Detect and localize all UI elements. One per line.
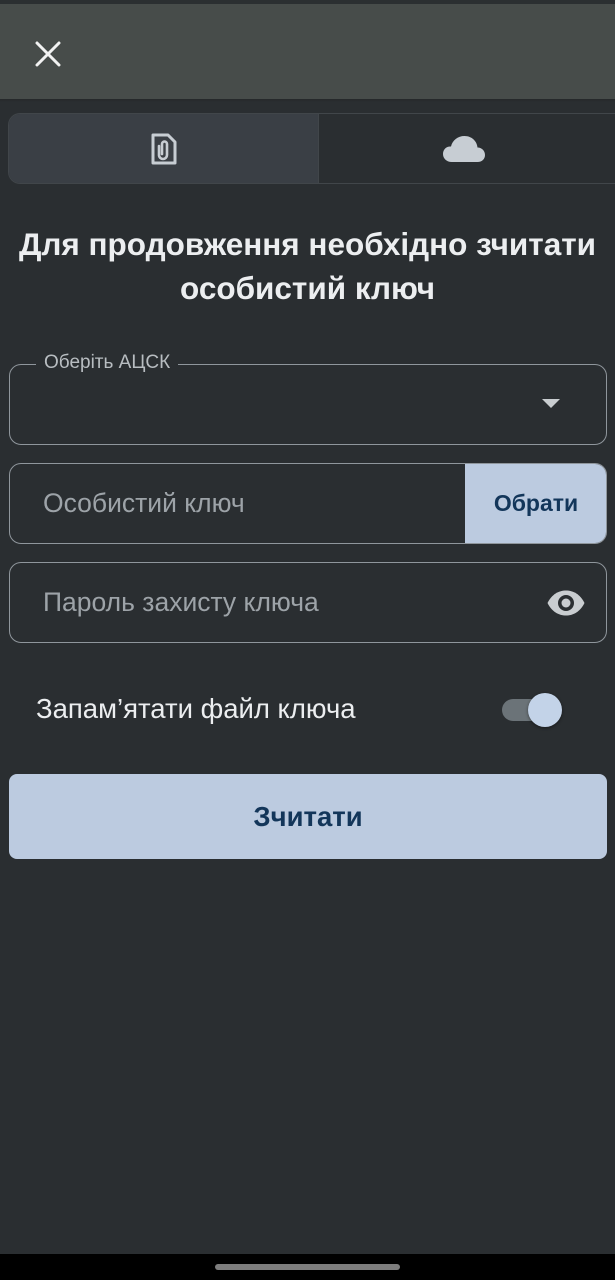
- cloud-icon: [442, 135, 485, 162]
- read-key-button[interactable]: Зчитати: [9, 774, 607, 859]
- choose-file-button[interactable]: Обрати: [465, 464, 606, 543]
- app-bar: [0, 4, 615, 99]
- ca-select-label: Оберіть АЦСК: [36, 351, 179, 375]
- close-button[interactable]: [26, 32, 70, 76]
- app-bar-shadow: [0, 99, 615, 102]
- private-key-placeholder: Особистий ключ: [43, 488, 245, 518]
- system-navigation-bar: [0, 1254, 615, 1280]
- remember-key-toggle[interactable]: [500, 693, 564, 727]
- home-gesture-handle[interactable]: [215, 1264, 400, 1270]
- password-placeholder: Пароль захисту ключа: [43, 587, 319, 617]
- eye-icon: [547, 590, 585, 616]
- tab-file[interactable]: [9, 114, 319, 183]
- file-attachment-icon: [151, 133, 176, 164]
- toggle-password-visibility-button[interactable]: [546, 584, 586, 622]
- remember-key-label: Запам’ятати файл ключа: [36, 693, 356, 724]
- key-source-tabs: [8, 113, 615, 184]
- password-field[interactable]: Пароль захисту ключа: [9, 562, 607, 643]
- dropdown-arrow-icon: [542, 399, 560, 408]
- ca-select[interactable]: Оберіть АЦСК: [9, 351, 607, 445]
- private-key-field[interactable]: Особистий ключ Обрати: [9, 463, 607, 544]
- page-title: Для продовження необхідно зчитати особис…: [18, 226, 597, 306]
- close-icon: [35, 41, 61, 67]
- toggle-thumb: [528, 693, 562, 727]
- tab-cloud[interactable]: [319, 114, 615, 183]
